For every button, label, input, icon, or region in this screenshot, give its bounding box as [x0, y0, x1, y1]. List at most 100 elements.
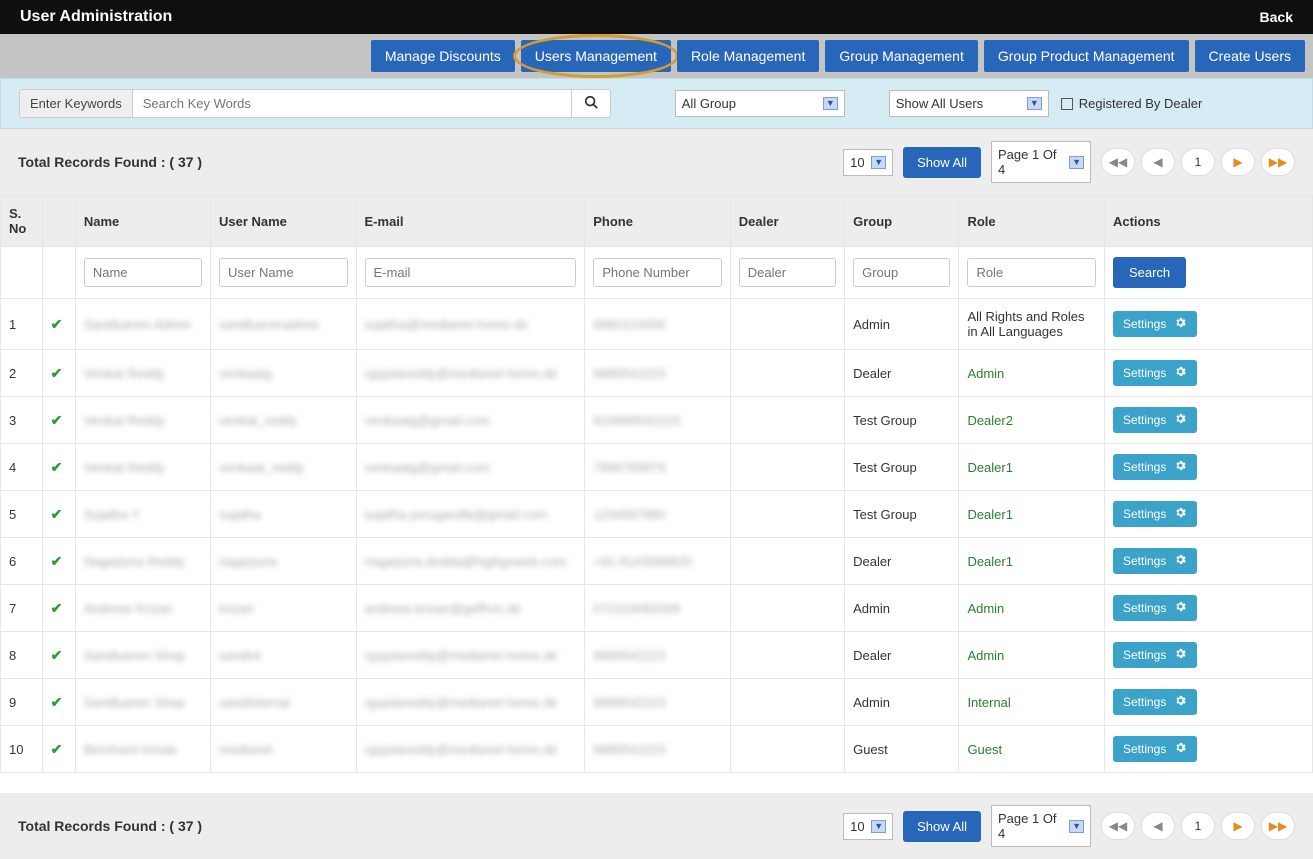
cell-group: Test Group: [845, 491, 959, 538]
keyword-label: Enter Keywords: [19, 89, 132, 118]
pager-last-button[interactable]: ▶▶: [1261, 148, 1295, 176]
cell-name: Sandtueren Shop: [75, 632, 210, 679]
group-select[interactable]: All Group ▼: [675, 90, 845, 117]
filter-name-input[interactable]: [84, 258, 202, 287]
pager-bottom: ◀◀ ◀ 1 ▶ ▶▶: [1101, 812, 1295, 840]
gear-icon: [1174, 600, 1187, 616]
pager-next-button[interactable]: ▶: [1221, 148, 1255, 176]
cell-email: venkaatg@gmail.com: [356, 397, 585, 444]
pager-prev-button-bottom[interactable]: ◀: [1141, 812, 1175, 840]
chevron-down-icon: ▼: [871, 156, 886, 169]
settings-button[interactable]: Settings: [1113, 360, 1197, 386]
pager-prev-button[interactable]: ◀: [1141, 148, 1175, 176]
cell-sno: 5: [1, 491, 43, 538]
page-select[interactable]: Page 1 Of 4 ▼: [991, 141, 1091, 183]
records-count: Total Records Found : ( 37 ): [18, 154, 202, 170]
cell-dealer: [730, 491, 844, 538]
cell-actions: Settings: [1104, 444, 1312, 491]
checkbox-icon: [1061, 98, 1073, 110]
settings-button[interactable]: Settings: [1113, 548, 1197, 574]
cell-username: krizan: [210, 585, 356, 632]
registered-by-dealer-checkbox[interactable]: Registered By Dealer: [1061, 96, 1203, 111]
settings-button[interactable]: Settings: [1113, 689, 1197, 715]
cell-name: Venkat Reddy: [75, 397, 210, 444]
filter-phone-input[interactable]: [593, 258, 722, 287]
cell-dealer: [730, 679, 844, 726]
pager-current: 1: [1181, 148, 1215, 176]
settings-label: Settings: [1123, 742, 1166, 756]
settings-button[interactable]: Settings: [1113, 595, 1197, 621]
cell-role: Guest: [959, 726, 1105, 773]
tab-create-users[interactable]: Create Users: [1195, 40, 1305, 72]
cell-phone: 072319082009: [585, 585, 731, 632]
col-group: Group: [845, 196, 959, 247]
double-right-icon: ▶▶: [1269, 155, 1287, 169]
cell-actions: Settings: [1104, 491, 1312, 538]
cell-sno: 3: [1, 397, 43, 444]
show-all-button[interactable]: Show All: [903, 147, 981, 178]
per-page-value-bottom: 10: [850, 819, 864, 834]
back-link[interactable]: Back: [1260, 9, 1293, 25]
keyword-search-button[interactable]: [572, 89, 611, 118]
cell-actions: Settings: [1104, 397, 1312, 444]
pager-current-bottom: 1: [1181, 812, 1215, 840]
cell-phone: 9989542223: [585, 679, 731, 726]
tab-group-management[interactable]: Group Management: [825, 40, 978, 72]
double-left-icon: ◀◀: [1109, 819, 1127, 833]
cell-group: Admin: [845, 299, 959, 350]
page-select-bottom[interactable]: Page 1 Of 4 ▼: [991, 805, 1091, 847]
settings-button[interactable]: Settings: [1113, 311, 1197, 337]
tab-group-product-management[interactable]: Group Product Management: [984, 40, 1189, 72]
filter-dealer-input[interactable]: [739, 258, 836, 287]
filter-bar: Enter Keywords All Group ▼ Show All User…: [0, 78, 1313, 129]
col-role: Role: [959, 196, 1105, 247]
per-page-select-bottom[interactable]: 10 ▼: [843, 813, 893, 840]
settings-button[interactable]: Settings: [1113, 407, 1197, 433]
tab-users-management[interactable]: Users Management: [521, 40, 671, 72]
cell-name: Sujatha Y: [75, 491, 210, 538]
settings-button[interactable]: Settings: [1113, 736, 1197, 762]
checkmark-icon: ✔: [51, 600, 63, 616]
checkmark-icon: ✔: [51, 316, 63, 332]
pager-last-button-bottom[interactable]: ▶▶: [1261, 812, 1295, 840]
users-select-value: Show All Users: [896, 96, 983, 111]
settings-button[interactable]: Settings: [1113, 454, 1197, 480]
keyword-search-group: Enter Keywords: [19, 89, 611, 118]
settings-button[interactable]: Settings: [1113, 501, 1197, 527]
settings-button[interactable]: Settings: [1113, 642, 1197, 668]
filter-role-input[interactable]: [967, 258, 1096, 287]
cell-status: ✔: [42, 397, 75, 444]
cell-name: Bernhard Hroda: [75, 726, 210, 773]
per-page-select[interactable]: 10 ▼: [843, 149, 893, 176]
cell-name: Nagarjuna Reddy: [75, 538, 210, 585]
pager-next-button-bottom[interactable]: ▶: [1221, 812, 1255, 840]
cell-actions: Settings: [1104, 299, 1312, 350]
filter-group-input[interactable]: [853, 258, 950, 287]
tab-role-management[interactable]: Role Management: [677, 40, 819, 72]
cell-group: Guest: [845, 726, 959, 773]
table-filter-row: Search: [1, 247, 1313, 299]
pager-first-button-bottom[interactable]: ◀◀: [1101, 812, 1135, 840]
cell-username: sujatha: [210, 491, 356, 538]
chevron-down-icon: ▼: [871, 820, 886, 833]
filter-email-input[interactable]: [365, 258, 577, 287]
cell-group: Test Group: [845, 397, 959, 444]
cell-role: All Rights and Roles in All Languages: [959, 299, 1105, 350]
tab-manage-discounts[interactable]: Manage Discounts: [371, 40, 515, 72]
checkmark-icon: ✔: [51, 694, 63, 710]
chevron-down-icon: ▼: [1027, 97, 1042, 110]
filter-search-button[interactable]: Search: [1113, 257, 1186, 288]
cell-email: rgujulareddy@medianet-home.de: [356, 632, 585, 679]
show-all-button-bottom[interactable]: Show All: [903, 811, 981, 842]
filter-uname-input[interactable]: [219, 258, 348, 287]
cell-group: Admin: [845, 679, 959, 726]
pager-first-button[interactable]: ◀◀: [1101, 148, 1135, 176]
col-uname: User Name: [210, 196, 356, 247]
cell-role: Dealer2: [959, 397, 1105, 444]
keyword-input[interactable]: [132, 89, 572, 118]
users-select[interactable]: Show All Users ▼: [889, 90, 1049, 117]
cell-username: sandint: [210, 632, 356, 679]
chevron-down-icon: ▼: [1069, 156, 1084, 169]
cell-status: ✔: [42, 726, 75, 773]
table-row: 3✔Venkat Reddyvenkat_reddyvenkaatg@gmail…: [1, 397, 1313, 444]
